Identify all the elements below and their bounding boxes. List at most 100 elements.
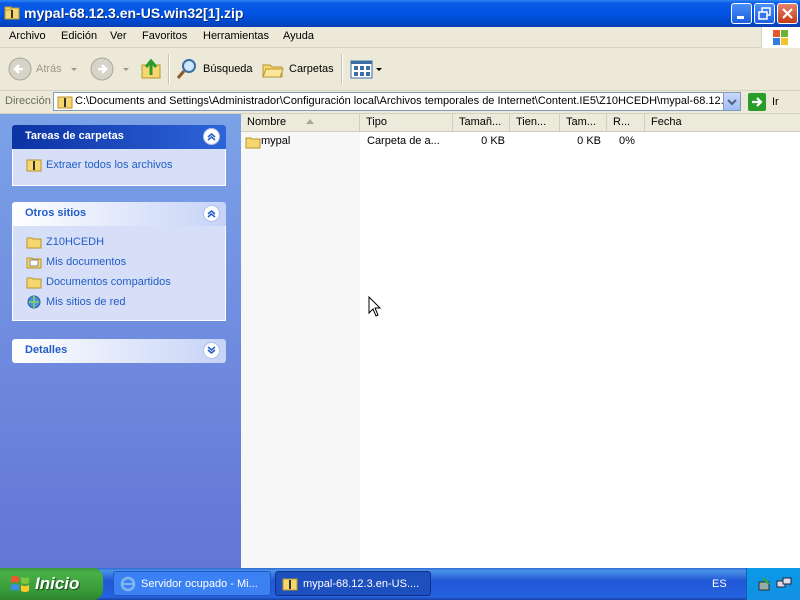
other-places-header[interactable]: Otros sitios [12, 202, 226, 226]
search-icon [176, 59, 196, 79]
start-button[interactable]: Inicio [0, 568, 103, 600]
place-label: Documentos compartidos [46, 276, 171, 288]
extract-zip-icon [26, 159, 42, 172]
menu-bar: Archivo Edición Ver Favoritos Herramient… [0, 27, 800, 48]
shared-folder-icon [26, 277, 42, 289]
taskbar-item-zip-folder[interactable]: mypal-68.12.3.en-US.... [275, 571, 431, 596]
folders-icon [262, 64, 284, 78]
place-link-network-places[interactable]: Mis sitios de red [13, 292, 225, 312]
menu-ayuda[interactable]: Ayuda [283, 30, 314, 42]
task-pane: Tareas de carpetas Extraer todos los arc… [0, 114, 241, 568]
column-header-ratio[interactable]: R... [607, 114, 645, 131]
views-icon [350, 60, 373, 79]
place-label: Mis documentos [46, 256, 127, 268]
address-bar: Dirección C:\Documents and Settings\Admi… [0, 91, 800, 114]
back-button[interactable]: Atrás [8, 54, 80, 84]
file-packed-size: 0 KB [481, 135, 505, 147]
windows-logo [761, 27, 800, 48]
go-label: Ir [772, 96, 779, 108]
title-bar[interactable]: mypal-68.12.3.en-US.win32[1].zip [0, 0, 800, 27]
column-header-name[interactable]: Nombre [241, 114, 360, 131]
up-folder-button[interactable] [139, 54, 163, 84]
file-row[interactable]: mypal Carpeta de a... 0 KB 0 KB 0% [241, 134, 800, 150]
safely-remove-hardware-icon[interactable] [757, 576, 773, 592]
collapse-chevron-icon[interactable] [203, 128, 220, 145]
network-tray-icon[interactable] [776, 576, 792, 592]
taskbar-item-label: Servidor ocupado - Mi... [141, 577, 258, 590]
mouse-cursor-icon [368, 296, 382, 317]
folder-tasks-panel: Tareas de carpetas Extraer todos los arc… [12, 125, 226, 186]
place-link-my-documents[interactable]: Mis documentos [13, 252, 225, 272]
taskbar-item-ie[interactable]: Servidor ocupado - Mi... [113, 571, 271, 596]
folder-tasks-header[interactable]: Tareas de carpetas [12, 125, 226, 149]
double-chevron-up-icon [207, 210, 216, 218]
menu-edicion[interactable]: Edición [61, 30, 97, 42]
address-value: C:\Documents and Settings\Administrador\… [75, 95, 725, 107]
place-label: Mis sitios de red [46, 296, 126, 308]
zip-folder-icon [282, 578, 298, 590]
toolbar: Atrás Búsqueda Carpetas [0, 48, 800, 91]
address-label: Dirección [5, 95, 51, 107]
double-chevron-down-icon [207, 346, 216, 354]
zip-folder-icon [57, 96, 73, 109]
minimize-button[interactable] [731, 3, 752, 24]
forward-button[interactable] [90, 54, 132, 84]
menu-ver[interactable]: Ver [110, 30, 127, 42]
close-button[interactable] [777, 3, 798, 24]
place-link-shared-documents[interactable]: Documentos compartidos [13, 272, 225, 292]
menu-archivo[interactable]: Archivo [9, 30, 46, 42]
file-name: mypal [261, 135, 291, 147]
expand-chevron-icon[interactable] [203, 342, 220, 359]
toolbar-separator [341, 54, 343, 84]
file-ratio: 0% [619, 135, 635, 147]
chevron-down-icon[interactable] [120, 63, 132, 75]
folders-label: Carpetas [289, 63, 334, 75]
extract-all-link[interactable]: Extraer todos los archivos [13, 155, 225, 175]
menu-herramientas[interactable]: Herramientas [203, 30, 269, 42]
details-header[interactable]: Detalles [12, 339, 226, 363]
start-label: Inicio [35, 574, 80, 593]
forward-arrow-icon [90, 57, 114, 81]
address-field[interactable]: C:\Documents and Settings\Administrador\… [53, 92, 741, 111]
extract-all-label: Extraer todos los archivos [46, 159, 173, 171]
system-tray [746, 568, 800, 600]
column-header-date[interactable]: Fecha [645, 114, 800, 131]
back-label: Atrás [36, 63, 62, 75]
go-button[interactable]: Ir [748, 93, 779, 111]
menu-favoritos[interactable]: Favoritos [142, 30, 187, 42]
chevron-down-icon[interactable] [374, 63, 384, 75]
chevron-down-icon [727, 99, 737, 106]
up-folder-icon [141, 58, 161, 79]
search-button[interactable]: Búsqueda [175, 54, 253, 84]
sorted-column-background [241, 131, 360, 568]
details-title: Detalles [25, 344, 68, 356]
double-chevron-up-icon [207, 133, 216, 141]
other-places-body: Z10HCEDH Mis documentos Documentos compa… [12, 226, 226, 321]
restore-icon [758, 7, 771, 20]
chevron-down-icon[interactable] [68, 63, 80, 75]
column-header-protected[interactable]: Tien... [510, 114, 560, 131]
column-header-packed-size[interactable]: Tamañ... [453, 114, 510, 131]
internet-explorer-icon [120, 576, 136, 591]
column-header-size[interactable]: Tam... [560, 114, 607, 131]
folders-button[interactable]: Carpetas [261, 54, 334, 84]
windows-flag-icon [11, 576, 29, 592]
toolbar-separator [168, 54, 170, 84]
my-documents-icon [26, 257, 42, 269]
folder-tasks-title: Tareas de carpetas [25, 130, 124, 142]
file-list[interactable]: Nombre Tipo Tamañ... Tien... Tam... R...… [241, 114, 800, 568]
network-places-icon [27, 295, 41, 309]
restore-button[interactable] [754, 3, 775, 24]
place-link-z10hcedh[interactable]: Z10HCEDH [13, 232, 225, 252]
language-indicator[interactable]: ES [712, 578, 727, 590]
place-label: Z10HCEDH [46, 236, 105, 248]
views-button[interactable] [350, 54, 384, 84]
address-dropdown-button[interactable] [723, 93, 740, 110]
taskbar: Inicio Servidor ocupado - Mi... mypal-68… [0, 568, 800, 600]
zip-folder-icon [4, 6, 20, 20]
close-icon [782, 8, 793, 19]
minimize-icon [737, 16, 744, 19]
column-header-type[interactable]: Tipo [360, 114, 453, 131]
windows-flag-icon [773, 30, 788, 45]
collapse-chevron-icon[interactable] [203, 205, 220, 222]
